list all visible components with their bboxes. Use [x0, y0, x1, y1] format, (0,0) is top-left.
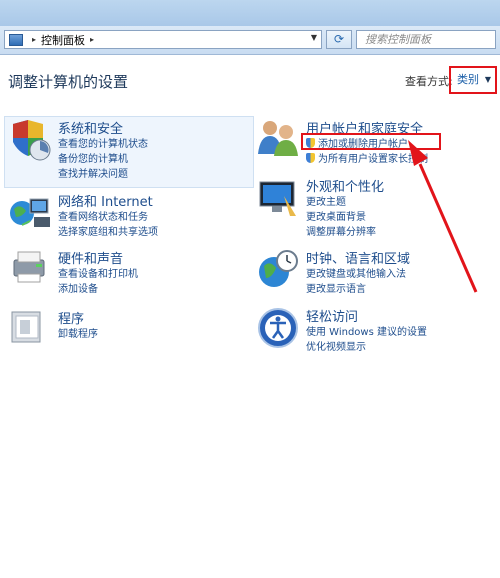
annotation-arrow — [408, 140, 478, 293]
